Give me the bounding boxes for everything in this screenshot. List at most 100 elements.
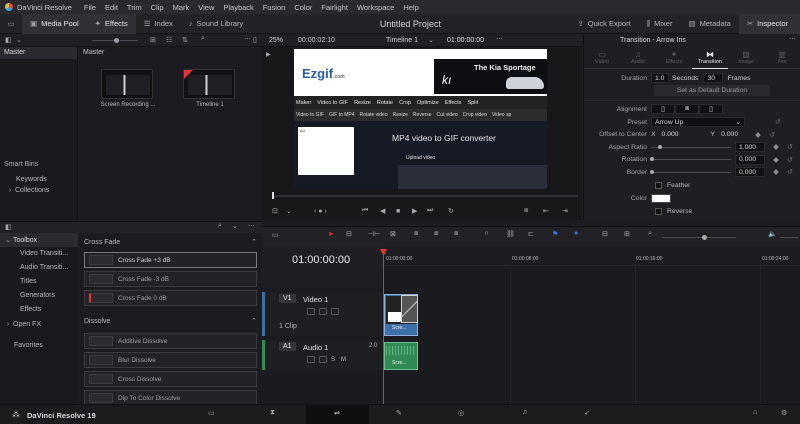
panel-toggle-icon[interactable]: ◧ xyxy=(5,36,12,44)
align-end-button[interactable]: ▯ xyxy=(699,104,723,115)
side-ad[interactable]: Ad xyxy=(298,127,354,175)
zoom-detail-icon[interactable]: ⊞ xyxy=(624,230,630,238)
chevron-up-icon[interactable]: ⌃ xyxy=(251,238,257,246)
menu-workspace[interactable]: Workspace xyxy=(357,3,394,12)
reset-icon[interactable]: ↺ xyxy=(769,131,775,139)
chevron-down-icon[interactable]: ⌄ xyxy=(232,222,238,230)
site-nav-item[interactable]: Maker xyxy=(296,100,311,106)
list-view-icon[interactable]: ☷ xyxy=(166,36,172,44)
aspect-ratio-field[interactable]: 1.000 xyxy=(735,142,765,153)
snapping-icon[interactable]: ∩ xyxy=(484,230,489,237)
a1-name[interactable]: Audio 1 xyxy=(303,343,328,352)
tab-audio[interactable]: ♫ Audio xyxy=(620,50,656,65)
effects-button[interactable]: ✦ Effects xyxy=(86,13,136,34)
clip-thumb-screen-recording[interactable] xyxy=(101,69,153,99)
fx-cross-fade-minus3[interactable]: Cross Fade -3 dB xyxy=(84,271,257,287)
transition-marker[interactable] xyxy=(401,295,418,323)
reset-icon[interactable]: ↺ xyxy=(775,118,781,126)
audio-clip[interactable]: Scre... xyxy=(384,342,418,370)
tab-video[interactable]: ▭ Video xyxy=(584,50,620,65)
reset-icon[interactable]: ↺ xyxy=(787,156,793,164)
fusion-page-icon[interactable]: ✎ xyxy=(396,409,402,417)
rotation-slider[interactable] xyxy=(650,157,731,162)
index-button[interactable]: ☰ Index xyxy=(136,14,181,34)
insert-clip-icon[interactable]: ⧈ xyxy=(414,230,418,238)
border-slider[interactable] xyxy=(650,169,731,174)
selection-tool-icon[interactable]: ➤ xyxy=(328,230,334,238)
v1-name[interactable]: Video 1 xyxy=(303,295,328,304)
site-subnav-item[interactable]: GIF to MP4 xyxy=(329,112,355,118)
timeline-name[interactable]: Timeline 1 xyxy=(386,37,418,44)
site-subnav-item[interactable]: Cut video xyxy=(437,112,458,118)
play-icon[interactable]: ▶ xyxy=(412,207,417,215)
search-icon[interactable]: ⌕ xyxy=(201,35,205,43)
site-subnav-item[interactable]: Reverse xyxy=(413,112,432,118)
timeline-options-icon[interactable]: ▭ xyxy=(272,231,279,239)
feather-checkbox[interactable] xyxy=(655,181,662,189)
tree-item-toolbox[interactable]: ⌄ Toolbox xyxy=(0,233,78,247)
viewer-options-icon[interactable]: ⋯ xyxy=(496,35,503,43)
blade-tool-icon[interactable]: ⊠ xyxy=(390,230,396,238)
deliver-page-icon[interactable]: ➶ xyxy=(584,409,590,417)
sort-icon[interactable]: ⇅ xyxy=(182,36,188,44)
site-subnav-item[interactable]: Rotate video xyxy=(360,112,388,118)
play-reverse-icon[interactable]: ◀ xyxy=(380,207,385,215)
site-subnav-item[interactable]: Resize xyxy=(393,112,408,118)
timeline-zoom-slider[interactable] xyxy=(662,235,736,240)
solo-button[interactable]: S xyxy=(331,357,335,363)
inspector-button[interactable]: ✂ Inspector xyxy=(738,13,800,34)
settings-icon[interactable]: ⚙ xyxy=(781,409,787,417)
go-to-end-icon[interactable]: ⏭ xyxy=(427,207,433,215)
quick-export-button[interactable]: ⇪ Quick Export xyxy=(569,14,638,34)
auto-select-icon[interactable] xyxy=(319,308,327,315)
smart-bin-keywords[interactable]: Keywords xyxy=(16,176,47,183)
reset-icon[interactable]: ↺ xyxy=(787,168,793,176)
timeline-dropdown-icon[interactable]: ⌄ xyxy=(428,36,434,44)
duration-frames-field[interactable]: 30 xyxy=(703,73,724,84)
master-bin[interactable]: Master xyxy=(0,47,77,59)
border-field[interactable]: 0.000 xyxy=(735,167,765,178)
tree-item-audio-transitions[interactable]: Audio Transiti... xyxy=(0,261,78,275)
match-frame-icon[interactable]: ⧈ xyxy=(524,207,528,215)
tree-item-favorites[interactable]: Favorites xyxy=(0,339,78,353)
color-swatch[interactable] xyxy=(651,194,671,204)
jog-wheel-icon[interactable]: ‹ ● › xyxy=(314,208,327,215)
metadata-button[interactable]: ▤ Metadata xyxy=(680,14,738,34)
tab-transition[interactable]: ⧓ Transition xyxy=(692,47,728,69)
overwrite-clip-icon[interactable]: ⧈ xyxy=(434,230,438,238)
home-icon[interactable]: ⌂ xyxy=(753,409,757,416)
more-icon[interactable]: ⋯ xyxy=(244,35,251,43)
chevron-down-icon[interactable]: ⌄ xyxy=(286,207,292,215)
keyframe-icon[interactable] xyxy=(773,144,779,151)
fairlight-page-icon[interactable]: ♫ xyxy=(522,409,527,416)
set-default-duration-button[interactable]: Set as Default Duration xyxy=(654,85,770,97)
color-page-icon[interactable]: ◎ xyxy=(458,409,464,417)
thumb-size-slider[interactable] xyxy=(92,38,138,43)
crop-icon[interactable]: ⊡ xyxy=(272,207,278,215)
panel-toggle-icon[interactable]: ◧ xyxy=(5,223,12,231)
sound-library-button[interactable]: ♪ Sound Library xyxy=(181,14,251,34)
keyframe-icon[interactable] xyxy=(773,169,779,176)
stop-icon[interactable]: ■ xyxy=(396,208,400,215)
menu-fairlight[interactable]: Fairlight xyxy=(321,3,348,12)
tab-image[interactable]: ▨ Image xyxy=(728,50,764,65)
site-nav-item[interactable]: Resize xyxy=(354,100,371,106)
tab-effects[interactable]: ✦ Effects xyxy=(656,50,692,65)
menu-edit[interactable]: Edit xyxy=(105,3,118,12)
chevron-up-icon[interactable]: ⌃ xyxy=(251,317,257,325)
viewer-layout-icon[interactable]: ▯ xyxy=(253,36,257,44)
menu-view[interactable]: View xyxy=(198,3,214,12)
fx-additive-dissolve[interactable]: Additive Dissolve xyxy=(84,333,257,349)
tree-item-video-transitions[interactable]: Video Transiti... xyxy=(0,247,78,261)
site-nav-item[interactable]: Optimize xyxy=(417,100,439,106)
reverse-checkbox[interactable] xyxy=(655,207,662,215)
fx-dip-to-color[interactable]: Dip To Color Dissolve xyxy=(84,390,257,404)
zoom-level[interactable]: 25% xyxy=(269,37,283,44)
volume-icon[interactable]: 🔈 xyxy=(768,230,777,238)
eye-icon[interactable] xyxy=(331,308,339,315)
menu-clip[interactable]: Clip xyxy=(151,3,164,12)
align-start-button[interactable]: ▯ xyxy=(651,104,675,115)
clip-thumb-timeline[interactable] xyxy=(183,69,235,99)
position-lock-icon[interactable]: ⊏ xyxy=(528,230,534,238)
grid-view-icon[interactable]: ⊞ xyxy=(150,36,156,44)
